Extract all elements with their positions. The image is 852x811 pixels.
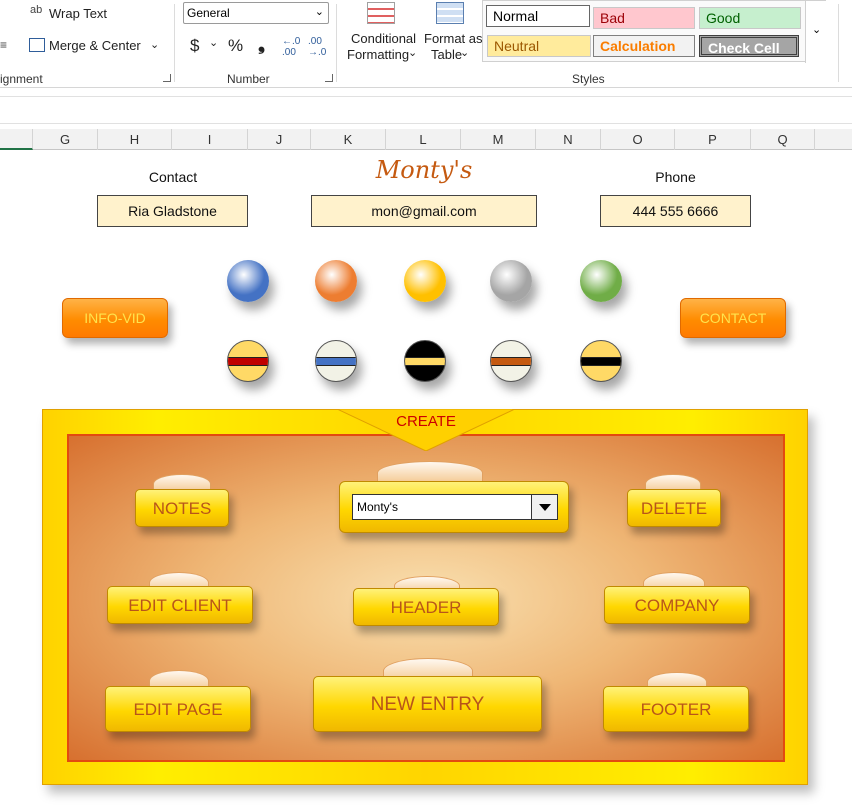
column-header[interactable]: P [675, 129, 751, 150]
contact-button[interactable]: CONTACT [680, 298, 786, 338]
chevron-down-icon: ⌄ [314, 6, 324, 18]
header-button[interactable]: HEADER [353, 588, 499, 626]
currency-button[interactable]: $ [190, 36, 199, 56]
column-header[interactable]: G [33, 129, 98, 150]
formula-bar[interactable] [0, 96, 852, 124]
format-as-table-chevron-icon[interactable]: ⌄ [460, 46, 469, 59]
edit-client-button[interactable]: EDIT CLIENT [107, 586, 253, 624]
notes-button[interactable]: NOTES [135, 489, 229, 527]
company-button[interactable]: COMPANY [604, 586, 750, 624]
number-group-label: Number [227, 72, 270, 86]
phone-label: Phone [655, 169, 696, 185]
footer-button[interactable]: FOOTER [603, 686, 749, 732]
info-vid-button[interactable]: INFO-VID [62, 298, 168, 338]
stripe-ball[interactable] [227, 340, 269, 382]
style-calculation[interactable]: Calculation [593, 35, 695, 57]
style-normal[interactable]: Normal [486, 5, 590, 27]
create-panel-inner: NOTES Monty's DELETE EDIT CLIENT HEADER … [67, 434, 785, 762]
conditional-formatting-label-2[interactable]: Formatting [347, 47, 409, 62]
format-as-table-label-2[interactable]: Table [431, 47, 462, 62]
create-label: CREATE [396, 413, 456, 430]
styles-gallery: Normal Bad Good Neutral Calculation Chec… [482, 0, 827, 63]
phone-field[interactable]: 444 555 6666 [600, 195, 751, 227]
more-chevron-icon: ⌄ [812, 24, 822, 36]
format-as-table-icon[interactable] [436, 2, 464, 24]
merge-center-button[interactable]: Merge & Center [49, 38, 141, 53]
color-ball[interactable] [315, 260, 357, 302]
divider [336, 4, 337, 82]
stripe-ball[interactable] [580, 340, 622, 382]
wrap-text-button[interactable]: Wrap Text [49, 6, 107, 21]
column-header[interactable]: M [461, 129, 536, 150]
alignment-group-label: ignment [0, 72, 43, 86]
client-combo-value: Monty's [357, 500, 398, 514]
conditional-formatting-icon[interactable] [367, 2, 395, 24]
ball-stripe [581, 357, 621, 366]
ball-stripe [316, 357, 356, 366]
comma-button[interactable]: ❟ [258, 34, 265, 55]
column-header[interactable]: L [386, 129, 461, 150]
column-header[interactable] [0, 129, 33, 150]
style-bad[interactable]: Bad [593, 7, 695, 29]
percent-button[interactable]: % [228, 36, 243, 56]
number-launcher-icon[interactable] [325, 74, 333, 82]
divider [174, 4, 175, 82]
alignment-launcher-icon[interactable] [163, 74, 171, 82]
style-check-cell[interactable]: Check Cell [699, 35, 799, 57]
color-ball[interactable] [490, 260, 532, 302]
column-header[interactable]: Q [751, 129, 815, 150]
create-tab: CREATE [336, 408, 516, 452]
ball-stripe [228, 357, 268, 366]
conditional-formatting-label-1[interactable]: Conditional [351, 31, 416, 46]
color-ball[interactable] [404, 260, 446, 302]
column-header[interactable]: J [248, 129, 311, 150]
stripe-ball[interactable] [315, 340, 357, 382]
number-format-value: General [187, 6, 230, 20]
column-header[interactable]: I [172, 129, 248, 150]
styles-group-label: Styles [572, 72, 605, 86]
ribbon: ab Wrap Text Merge & Center ⌄ ≡ ignment … [0, 0, 852, 88]
merge-center-icon[interactable] [29, 38, 45, 52]
currency-chevron-icon[interactable]: ⌄ [209, 36, 218, 49]
conditional-formatting-chevron-icon[interactable]: ⌄ [408, 46, 417, 59]
email-field[interactable]: mon@gmail.com [311, 195, 537, 227]
ball-stripe [405, 357, 445, 366]
color-ball[interactable] [580, 260, 622, 302]
client-combo-frame: Monty's [339, 481, 569, 533]
client-combo-box[interactable]: Monty's [352, 494, 558, 520]
ball-stripe [491, 357, 531, 366]
column-header[interactable]: K [311, 129, 386, 150]
page-title: Monty's [375, 156, 473, 184]
format-as-table-label-1[interactable]: Format as [424, 31, 483, 46]
divider [838, 4, 839, 82]
new-entry-button[interactable]: NEW ENTRY [313, 676, 542, 732]
merge-dropdown-chevron-icon[interactable]: ⌄ [150, 38, 159, 51]
increase-decimal-icon[interactable]: ←.0.00 [282, 36, 300, 58]
column-header[interactable]: H [98, 129, 172, 150]
edit-page-button[interactable]: EDIT PAGE [105, 686, 251, 732]
decrease-decimal-icon[interactable]: .00 →.0 [308, 36, 326, 58]
number-format-select[interactable]: General ⌄ [183, 2, 329, 24]
combo-dropdown-button[interactable] [531, 495, 557, 519]
color-ball[interactable] [227, 260, 269, 302]
align-lines-icon[interactable]: ≡ [0, 38, 7, 52]
wrap-text-icon[interactable]: ab [30, 4, 46, 20]
create-panel: NOTES Monty's DELETE EDIT CLIENT HEADER … [42, 408, 808, 785]
contact-label: Contact [148, 169, 198, 185]
delete-button[interactable]: DELETE [627, 489, 721, 527]
triangle-down-icon [539, 504, 551, 511]
stripe-ball[interactable] [404, 340, 446, 382]
contact-field[interactable]: Ria Gladstone [97, 195, 248, 227]
column-header[interactable]: N [536, 129, 601, 150]
stripe-ball[interactable] [490, 340, 532, 382]
styles-more-button[interactable]: ⌄ [805, 1, 827, 63]
column-header-row: G H I J K L M N O P Q [0, 129, 852, 150]
worksheet: Contact Ria Gladstone Monty's mon@gmail.… [0, 150, 852, 811]
column-header[interactable]: O [601, 129, 675, 150]
style-neutral[interactable]: Neutral [487, 35, 591, 57]
style-good[interactable]: Good [699, 7, 801, 29]
